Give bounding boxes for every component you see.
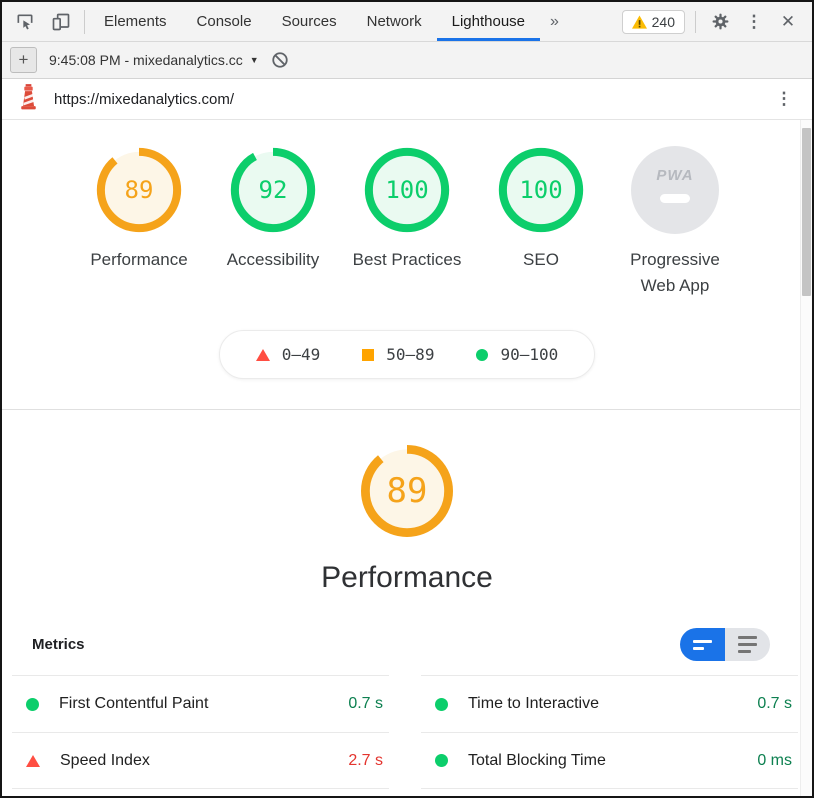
legend-item-average: 50–89 [362,345,434,364]
device-toolbar-icon[interactable] [46,8,76,36]
metrics-header: Metrics [2,628,812,661]
legend-range-fail: 0–49 [282,345,321,364]
legend-range-average: 50–89 [386,345,434,364]
average-square-icon [362,349,374,361]
metric-value: 0 ms [757,752,792,770]
metric-status-icon [26,698,39,711]
seo-score: 100 [497,146,585,234]
toggle-bar [738,650,751,653]
metric-value: 0.7 s [757,695,792,713]
toggle-bar [738,636,757,639]
category-scores-row: 89 Performance 92 Accessibility [2,146,812,298]
devtools-tool-icons [2,2,80,41]
clear-reports-icon[interactable] [271,51,289,69]
warning-count: 240 [652,14,675,30]
tab-lighthouse[interactable]: Lighthouse [437,2,540,41]
seo-label: SEO [479,247,603,273]
dropdown-arrow-icon: ▼ [250,55,259,65]
devtools-tabs: Elements Console Sources Network Lightho… [89,2,540,41]
metric-name: Time to Interactive [468,695,757,713]
performance-score: 89 [95,146,183,234]
more-tabs-chevron-icon[interactable]: » [540,2,569,41]
toggle-bar [738,643,757,646]
best-practices-label: Best Practices [345,247,469,273]
new-audit-button[interactable]: + [10,47,37,73]
metric-row-time-to-interactive[interactable]: Time to Interactive 0.7 s [421,675,798,732]
tabbar-right-controls: 240 ⋮ ✕ [622,2,812,41]
pwa-dash-icon [660,194,690,203]
metric-status-icon [435,698,448,711]
score-gauge-seo[interactable]: 100 SEO [479,146,603,298]
metric-name: Speed Index [60,752,348,770]
metric-row-first-contentful-paint[interactable]: First Contentful Paint 0.7 s [12,675,389,732]
lighthouse-logo-icon [18,84,39,115]
metric-status-icon [435,754,448,767]
metrics-view-toggle [680,628,770,661]
lighthouse-toolbar: + 9:45:08 PM - mixedanalytics.cc ▼ [2,42,812,79]
performance-label: Performance [77,247,201,273]
warning-triangle-icon [632,15,647,29]
metrics-heading: Metrics [32,636,85,653]
score-legend: 0–49 50–89 90–100 [2,330,812,379]
pwa-badge-icon: PWA [631,146,719,234]
settings-gear-icon[interactable] [706,8,734,36]
score-legend-pill: 0–49 50–89 90–100 [219,330,596,379]
devtools-tabbar: Elements Console Sources Network Lightho… [2,2,812,42]
report-options-kebab-icon[interactable]: ⋮ [770,85,798,113]
tab-console[interactable]: Console [182,2,267,41]
metrics-section: Metrics First [2,628,812,789]
inspect-element-icon[interactable] [10,8,40,36]
legend-item-pass: 90–100 [476,345,558,364]
condensed-view-button[interactable] [680,628,725,661]
accessibility-score: 92 [229,146,317,234]
legend-item-fail: 0–49 [256,345,321,364]
score-gauge-best-practices[interactable]: 100 Best Practices [345,146,469,298]
scrollbar-thumb[interactable] [802,128,811,296]
expanded-view-button[interactable] [725,628,770,661]
toggle-bar [693,647,704,650]
performance-big-gauge[interactable]: 89 [359,443,455,539]
metric-name: First Contentful Paint [59,695,348,713]
performance-section-title: Performance [2,561,812,595]
toggle-bar [693,640,712,643]
audited-url: https://mixedanalytics.com/ [54,91,755,108]
metric-value: 2.7 s [348,752,383,770]
metrics-column-left: First Contentful Paint 0.7 s Speed Index… [12,675,389,789]
legend-range-pass: 90–100 [500,345,558,364]
metric-row-speed-index[interactable]: Speed Index 2.7 s [12,732,389,789]
content-scrollbar[interactable] [800,120,812,796]
devtools-menu-kebab-icon[interactable]: ⋮ [740,8,768,36]
console-warnings-badge[interactable]: 240 [622,10,685,34]
tabbar-divider [695,11,696,33]
score-gauge-pwa[interactable]: PWA Progressive Web App [613,146,737,298]
tab-sources[interactable]: Sources [267,2,352,41]
metric-row-total-blocking-time[interactable]: Total Blocking Time 0 ms [421,732,798,789]
toolbar-divider [84,10,85,34]
tab-elements[interactable]: Elements [89,2,182,41]
best-practices-score: 100 [363,146,451,234]
pass-circle-icon [476,349,488,361]
tab-network[interactable]: Network [352,2,437,41]
fail-triangle-icon [256,349,270,361]
close-devtools-icon[interactable]: ✕ [774,8,802,36]
report-selector-label: 9:45:08 PM - mixedanalytics.cc [49,52,243,68]
score-gauge-accessibility[interactable]: 92 Accessibility [211,146,335,298]
devtools-window: Elements Console Sources Network Lightho… [0,0,814,798]
audited-url-bar: https://mixedanalytics.com/ ⋮ [2,79,812,120]
performance-section: 89 Performance [2,410,812,595]
report-selector-dropdown[interactable]: 9:45:08 PM - mixedanalytics.cc ▼ [49,52,259,68]
metric-value: 0.7 s [348,695,383,713]
metrics-column-right: Time to Interactive 0.7 s Total Blocking… [421,675,798,789]
metrics-grid: First Contentful Paint 0.7 s Speed Index… [12,675,798,789]
metric-status-icon [26,755,40,767]
pwa-badge-text: PWA [631,167,719,184]
accessibility-label: Accessibility [211,247,335,273]
pwa-label: Progressive Web App [613,247,737,298]
lighthouse-report: 89 Performance 92 Accessibility [2,120,812,796]
performance-big-score: 89 [359,443,455,539]
metric-name: Total Blocking Time [468,752,757,770]
score-gauge-performance[interactable]: 89 Performance [77,146,201,298]
